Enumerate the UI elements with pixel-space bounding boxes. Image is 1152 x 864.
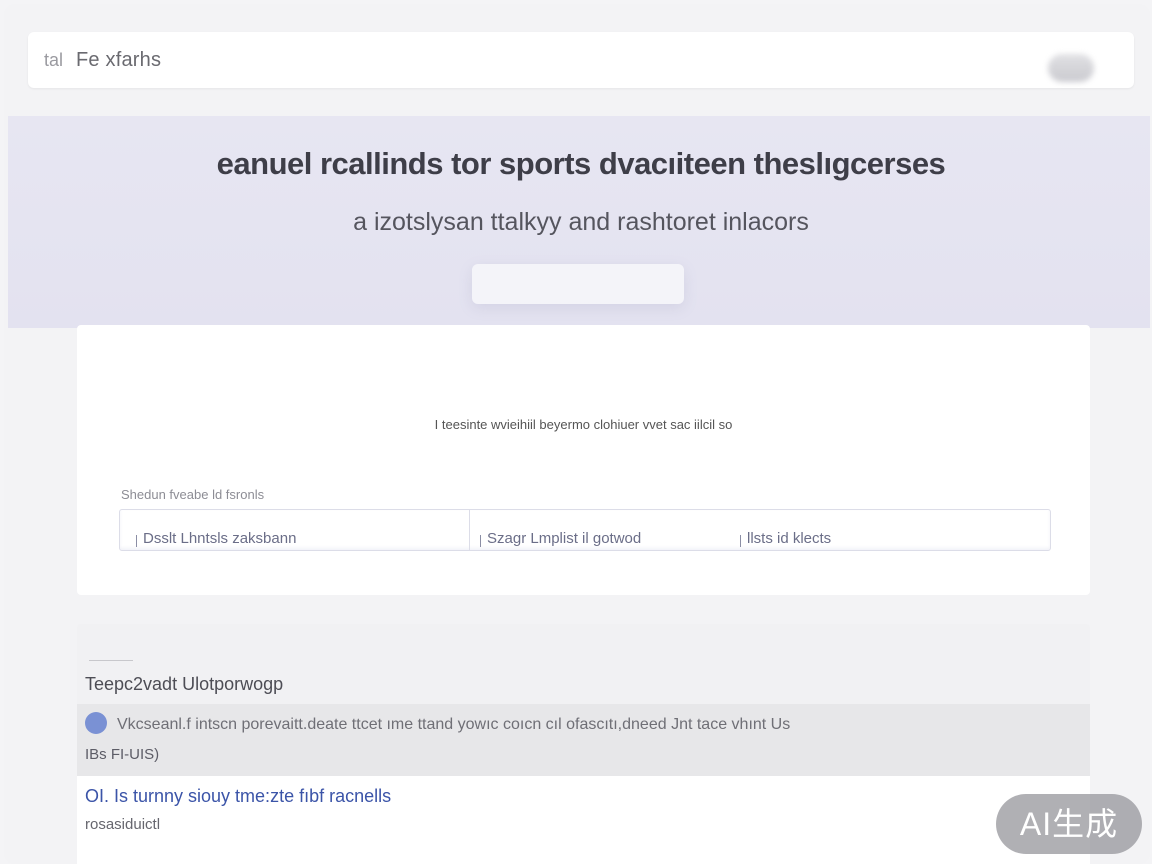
filter-bar: Dsslt Lhntsls zaksbann Szagr Lmplist il … (119, 509, 1051, 551)
app-window: tal Fe xfarhs eanuel rcallinds tor sport… (4, 4, 1150, 864)
filter-field-3[interactable]: llsts id klects (730, 510, 1030, 550)
hero-title: eanuel rcallinds tor sports dvacıiteen t… (216, 146, 946, 181)
results-panel: Teepc2vadt Ulotporwogp Vkcseanl.f intscn… (77, 624, 1090, 864)
hero-banner: eanuel rcallinds tor sports dvacıiteen t… (8, 116, 1150, 328)
status-dot-icon (85, 712, 107, 734)
list-item-sub: IBs FI-UIS) (85, 746, 160, 763)
top-navigation-bar: tal Fe xfarhs (28, 32, 1134, 88)
filter-field-1[interactable]: Dsslt Lhntsls zaksbann (120, 510, 470, 550)
search-notice: I teesinte wvieihiil beyermo clohiuer vv… (434, 417, 733, 432)
list-item: OI. Is turnny siouy tme:zte fıbf racnell… (77, 776, 1090, 864)
results-heading: Teepc2vadt Ulotporwogp (85, 674, 284, 694)
brand-name[interactable]: Fe xfarhs (76, 49, 161, 72)
result-meta: rosasiduictl (85, 816, 161, 833)
hero-cta-button[interactable] (472, 264, 684, 304)
ai-generated-watermark: AI生成 (996, 794, 1142, 854)
hero-subtitle: a izotslysan ttalkyy and rashtoret inlac… (353, 208, 809, 236)
filter-field-1-label: Dsslt Lhntsls zaksbann (143, 530, 297, 547)
filter-field-2-label: Szagr Lmplist il gotwod (487, 530, 642, 547)
user-avatar[interactable] (1048, 54, 1094, 82)
filter-label: Shedun fveabe ld fsronls (121, 487, 265, 502)
filter-field-3-label: llsts id klects (747, 530, 832, 547)
list-item[interactable]: Vkcseanl.f intscn porevaitt.deate ttcet … (77, 704, 1090, 776)
section-divider (89, 660, 133, 661)
filter-field-2[interactable]: Szagr Lmplist il gotwod (480, 510, 730, 550)
brand-logo-icon[interactable]: tal (44, 50, 68, 71)
result-title-link[interactable]: OI. Is turnny siouy tme:zte fıbf racnell… (85, 786, 391, 807)
list-item-text: Vkcseanl.f intscn porevaitt.deate ttcet … (117, 716, 791, 733)
search-card: I teesinte wvieihiil beyermo clohiuer vv… (77, 325, 1090, 595)
